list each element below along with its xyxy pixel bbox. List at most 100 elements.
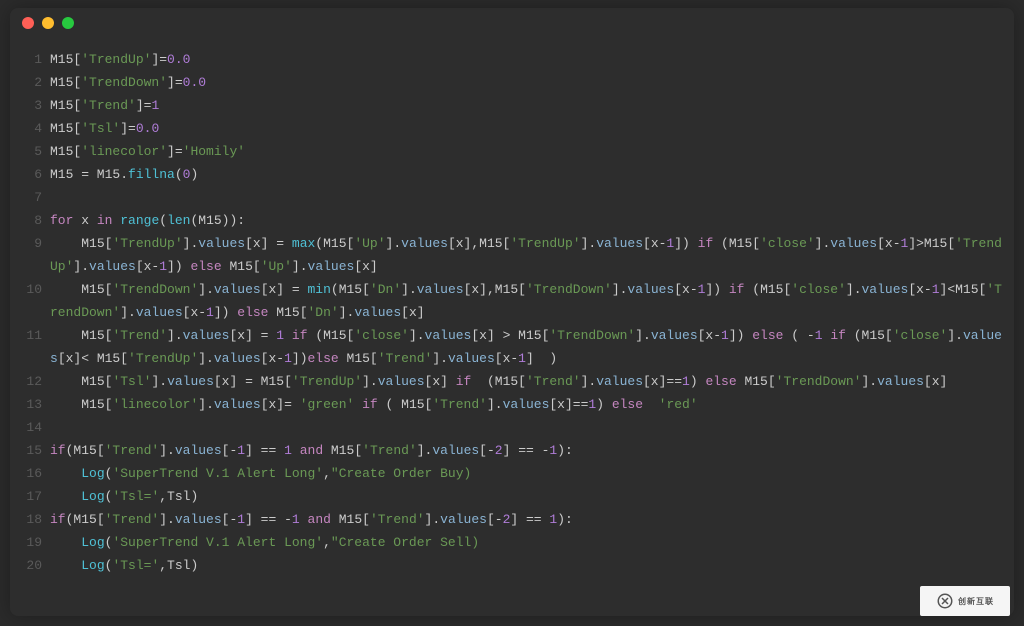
code-content[interactable]: Log('SuperTrend V.1 Alert Long',"Create … xyxy=(50,531,1014,554)
token-keyword: if xyxy=(50,512,66,527)
token-var: ]. xyxy=(292,259,308,274)
token-attr: values xyxy=(503,397,550,412)
token-attr: values xyxy=(198,236,245,251)
token-var: M15[ xyxy=(50,397,112,412)
token-var: M15[ xyxy=(50,121,81,136)
token-var xyxy=(354,397,362,412)
logo-text: 创新互联 xyxy=(958,596,994,607)
code-content[interactable]: M15 = M15.fillna(0) xyxy=(50,163,1014,186)
token-var: ]= xyxy=(167,144,183,159)
code-line: 18if(M15['Trend'].values[-1] == -1 and M… xyxy=(14,508,1014,531)
token-var: (M15[ xyxy=(471,374,526,389)
code-content[interactable]: M15['Trend']=1 xyxy=(50,94,1014,117)
token-var: ]) xyxy=(167,259,190,274)
code-content[interactable]: M15['Tsl'].values[x] = M15['TrendUp'].va… xyxy=(50,370,1014,393)
zoom-icon[interactable] xyxy=(62,17,74,29)
line-number: 8 xyxy=(14,209,50,232)
code-line: 19 Log('SuperTrend V.1 Alert Long',"Crea… xyxy=(14,531,1014,554)
token-string: 'close' xyxy=(893,328,948,343)
token-number: 1 xyxy=(932,282,940,297)
code-content[interactable]: M15['linecolor']='Homily' xyxy=(50,140,1014,163)
token-var: [x] > M15[ xyxy=(471,328,549,343)
line-number: 1 xyxy=(14,48,50,71)
token-var: [x] xyxy=(425,374,456,389)
code-line: 11 M15['Trend'].values[x] = 1 if (M15['c… xyxy=(14,324,1014,370)
line-number: 14 xyxy=(14,416,50,439)
token-var: [x- xyxy=(183,305,206,320)
code-content[interactable]: Log('Tsl=',Tsl) xyxy=(50,485,1014,508)
token-var: [x]= xyxy=(261,397,300,412)
code-content[interactable]: if(M15['Trend'].values[-1] == -1 and M15… xyxy=(50,508,1014,531)
token-var: x xyxy=(73,213,96,228)
code-editor[interactable]: 1M15['TrendUp']=0.02M15['TrendDown']=0.0… xyxy=(10,48,1014,616)
token-keyword: and xyxy=(300,443,323,458)
token-attr: values xyxy=(89,259,136,274)
token-var: ]. xyxy=(159,512,175,527)
token-attr: values xyxy=(378,374,425,389)
code-content[interactable]: M15['TrendDown']=0.0 xyxy=(50,71,1014,94)
token-string: 'Trend' xyxy=(81,98,136,113)
close-icon[interactable] xyxy=(22,17,34,29)
token-var: M15[ xyxy=(50,75,81,90)
token-var: ]. xyxy=(432,351,448,366)
token-var: M15[ xyxy=(50,328,112,343)
token-var: ]. xyxy=(612,282,628,297)
code-line: 6M15 = M15.fillna(0) xyxy=(14,163,1014,186)
code-content[interactable]: for x in range(len(M15)): xyxy=(50,209,1014,232)
token-attr: values xyxy=(214,397,261,412)
token-keyword: for xyxy=(50,213,73,228)
token-string: 'SuperTrend V.1 Alert Long' xyxy=(112,466,323,481)
token-var: ]= xyxy=(151,52,167,67)
code-content[interactable]: M15['Trend'].values[x] = 1 if (M15['clos… xyxy=(50,324,1014,370)
minimize-icon[interactable] xyxy=(42,17,54,29)
token-var: ) xyxy=(190,167,198,182)
code-content[interactable]: M15['TrendUp']=0.0 xyxy=(50,48,1014,71)
token-string: 'close' xyxy=(791,282,846,297)
code-line: 20 Log('Tsl=',Tsl) xyxy=(14,554,1014,577)
code-content[interactable]: M15['TrendUp'].values[x] = max(M15['Up']… xyxy=(50,232,1014,278)
code-content[interactable]: Log('SuperTrend V.1 Alert Long',"Create … xyxy=(50,462,1014,485)
line-number: 15 xyxy=(14,439,50,462)
token-var: [x- xyxy=(908,282,931,297)
code-content[interactable]: M15['Tsl']=0.0 xyxy=(50,117,1014,140)
token-string: 'Trend' xyxy=(105,443,160,458)
token-var: [x] xyxy=(401,305,424,320)
token-var: [x],M15[ xyxy=(448,236,510,251)
code-content[interactable]: M15['linecolor'].values[x]= 'green' if (… xyxy=(50,393,1014,416)
token-var: ]. xyxy=(151,374,167,389)
line-number: 11 xyxy=(14,324,50,347)
token-var: [x- xyxy=(877,236,900,251)
token-string: 'Trend' xyxy=(370,512,425,527)
token-attr: values xyxy=(175,512,222,527)
token-keyword: else xyxy=(308,351,339,366)
token-var: ,Tsl) xyxy=(159,489,198,504)
code-content[interactable]: if(M15['Trend'].values[-1] == 1 and M15[… xyxy=(50,439,1014,462)
token-string: 'Tsl=' xyxy=(112,489,159,504)
token-attr: values xyxy=(596,374,643,389)
code-line: 8for x in range(len(M15)): xyxy=(14,209,1014,232)
code-content[interactable]: M15['TrendDown'].values[x] = min(M15['Dn… xyxy=(50,278,1014,324)
token-var: [x] = xyxy=(261,282,308,297)
token-var: [x- xyxy=(698,328,721,343)
token-string: 'Trend' xyxy=(362,443,417,458)
token-number: 0.0 xyxy=(183,75,206,90)
token-var: [x] xyxy=(354,259,377,274)
code-content[interactable]: Log('Tsl=',Tsl) xyxy=(50,554,1014,577)
token-var: [x]== xyxy=(549,397,588,412)
token-var: ]= xyxy=(136,98,152,113)
token-builtin: len xyxy=(167,213,190,228)
token-var: ,Tsl) xyxy=(159,558,198,573)
token-attr: values xyxy=(417,282,464,297)
code-line: 9 M15['TrendUp'].values[x] = max(M15['Up… xyxy=(14,232,1014,278)
token-var: M15[ xyxy=(50,282,112,297)
token-var xyxy=(284,328,292,343)
token-var: ]<M15[ xyxy=(940,282,987,297)
token-number: 1 xyxy=(721,328,729,343)
token-string: "Create Order Sell) xyxy=(331,535,479,550)
watermark-logo: 创新互联 xyxy=(920,586,1010,616)
editor-window: 1M15['TrendUp']=0.02M15['TrendDown']=0.0… xyxy=(10,8,1014,616)
token-var: ( xyxy=(175,167,183,182)
token-string: 'SuperTrend V.1 Alert Long' xyxy=(112,535,323,550)
token-string: 'Up' xyxy=(261,259,292,274)
token-builtin: Log xyxy=(81,535,104,550)
